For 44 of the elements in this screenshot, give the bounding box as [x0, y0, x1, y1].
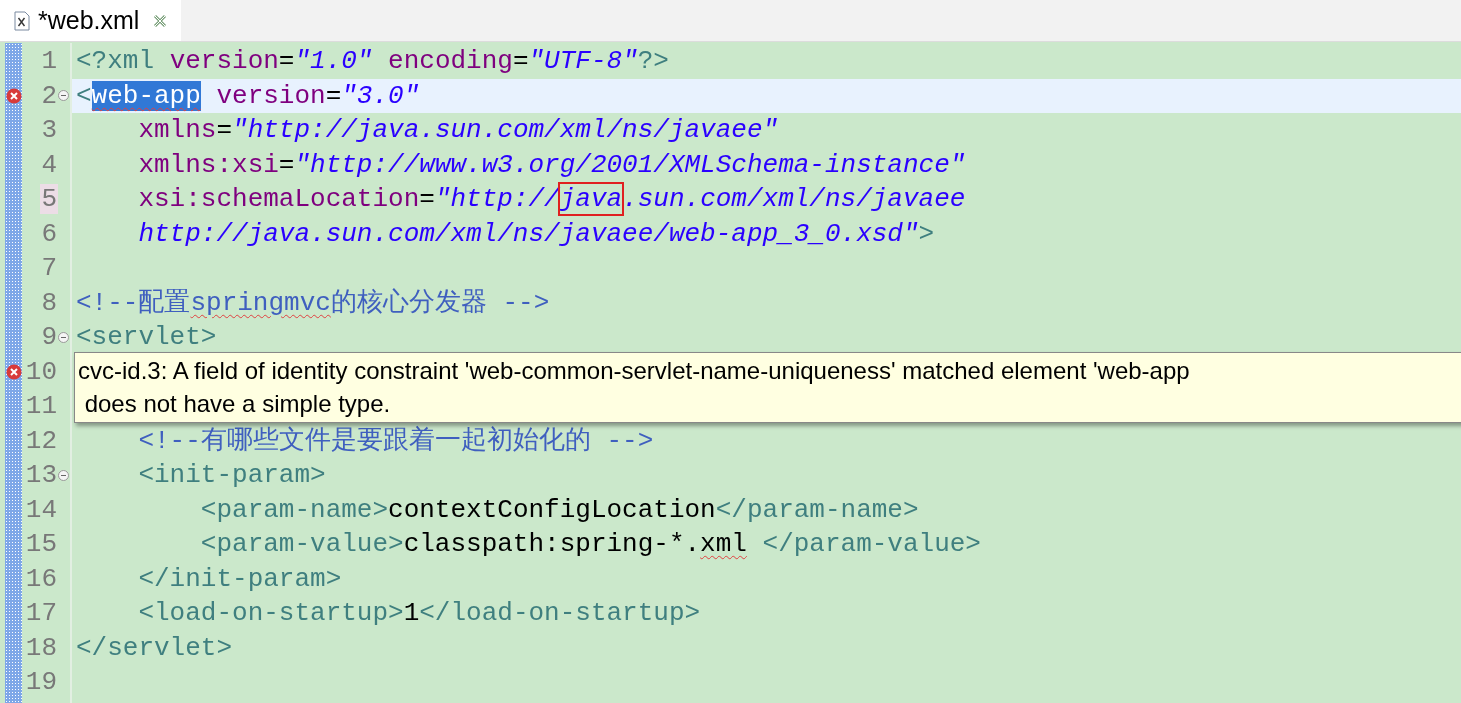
line-number: 12 [24, 425, 58, 456]
code-line: </init-param> [137, 562, 342, 596]
line-number: 9 [40, 322, 58, 353]
close-icon[interactable] [153, 13, 168, 28]
code-line: </servlet> [76, 631, 233, 665]
line-number: 18 [24, 632, 58, 663]
line-number: 16 [24, 563, 58, 594]
collapse-icon[interactable] [58, 331, 69, 343]
code-line: <!--配置springmvc的核心分发器 --> [76, 286, 550, 320]
tooltip-text: does not have a simple type. [83, 389, 391, 419]
line-number: 2 [40, 80, 58, 111]
line-number: 5 [40, 184, 58, 215]
code-line: xmlns:xsi="http://www.w3.org/2001/XMLSchema-instance" [137, 148, 966, 182]
line-number: 14 [24, 494, 58, 525]
code-line: xmlns="http://java.sun.com/xml/ns/javaee" [137, 114, 779, 148]
line-number: 17 [24, 598, 58, 629]
code-line: <?xml version="1.0" encoding="UTF-8"?> [76, 45, 669, 79]
code-line: <!--有哪些文件是要跟着一起初始化的 --> [137, 424, 654, 458]
line-number: 4 [40, 149, 58, 180]
code-line: http://java.sun.com/xml/ns/javaee/web-app_3_0.xsd"> [137, 217, 935, 251]
line-number: 13 [24, 460, 58, 491]
xml-file-icon [14, 10, 30, 31]
error-icon [6, 363, 22, 380]
code-line: <init-param> [137, 459, 326, 493]
line-number: 15 [24, 529, 58, 560]
error-icon [6, 87, 22, 104]
line-number: 1 [40, 46, 58, 77]
line-number: 10 [24, 356, 58, 387]
line-number: 7 [40, 253, 58, 284]
editor-tab[interactable]: *web.xml [0, 0, 182, 41]
code-line: <web-app version="3.0" [76, 79, 420, 113]
code-line: xsi:schemaLocation="http://java.sun.com/xml/ns/javaee [137, 183, 966, 217]
code-line: <load-on-startup>1</load-on-startup> [137, 597, 701, 631]
code-line: <param-name>contextConfigLocation</param-name> [199, 493, 919, 527]
line-number: 3 [40, 115, 58, 146]
collapse-icon[interactable] [58, 90, 69, 102]
line-number: 19 [24, 667, 58, 698]
collapse-icon[interactable] [58, 469, 69, 481]
line-number: 6 [40, 218, 58, 249]
code-line: <param-value>classpath:spring-*.xml </param-value> [199, 528, 981, 562]
tooltip-text: cvc-id.3: A field of identity constraint 'web-common-servlet-name-uniqueness' matched element 'web-app [78, 356, 1190, 386]
line-number: 11 [24, 391, 58, 422]
line-number: 8 [40, 287, 58, 318]
code-line: <servlet> [76, 321, 217, 355]
